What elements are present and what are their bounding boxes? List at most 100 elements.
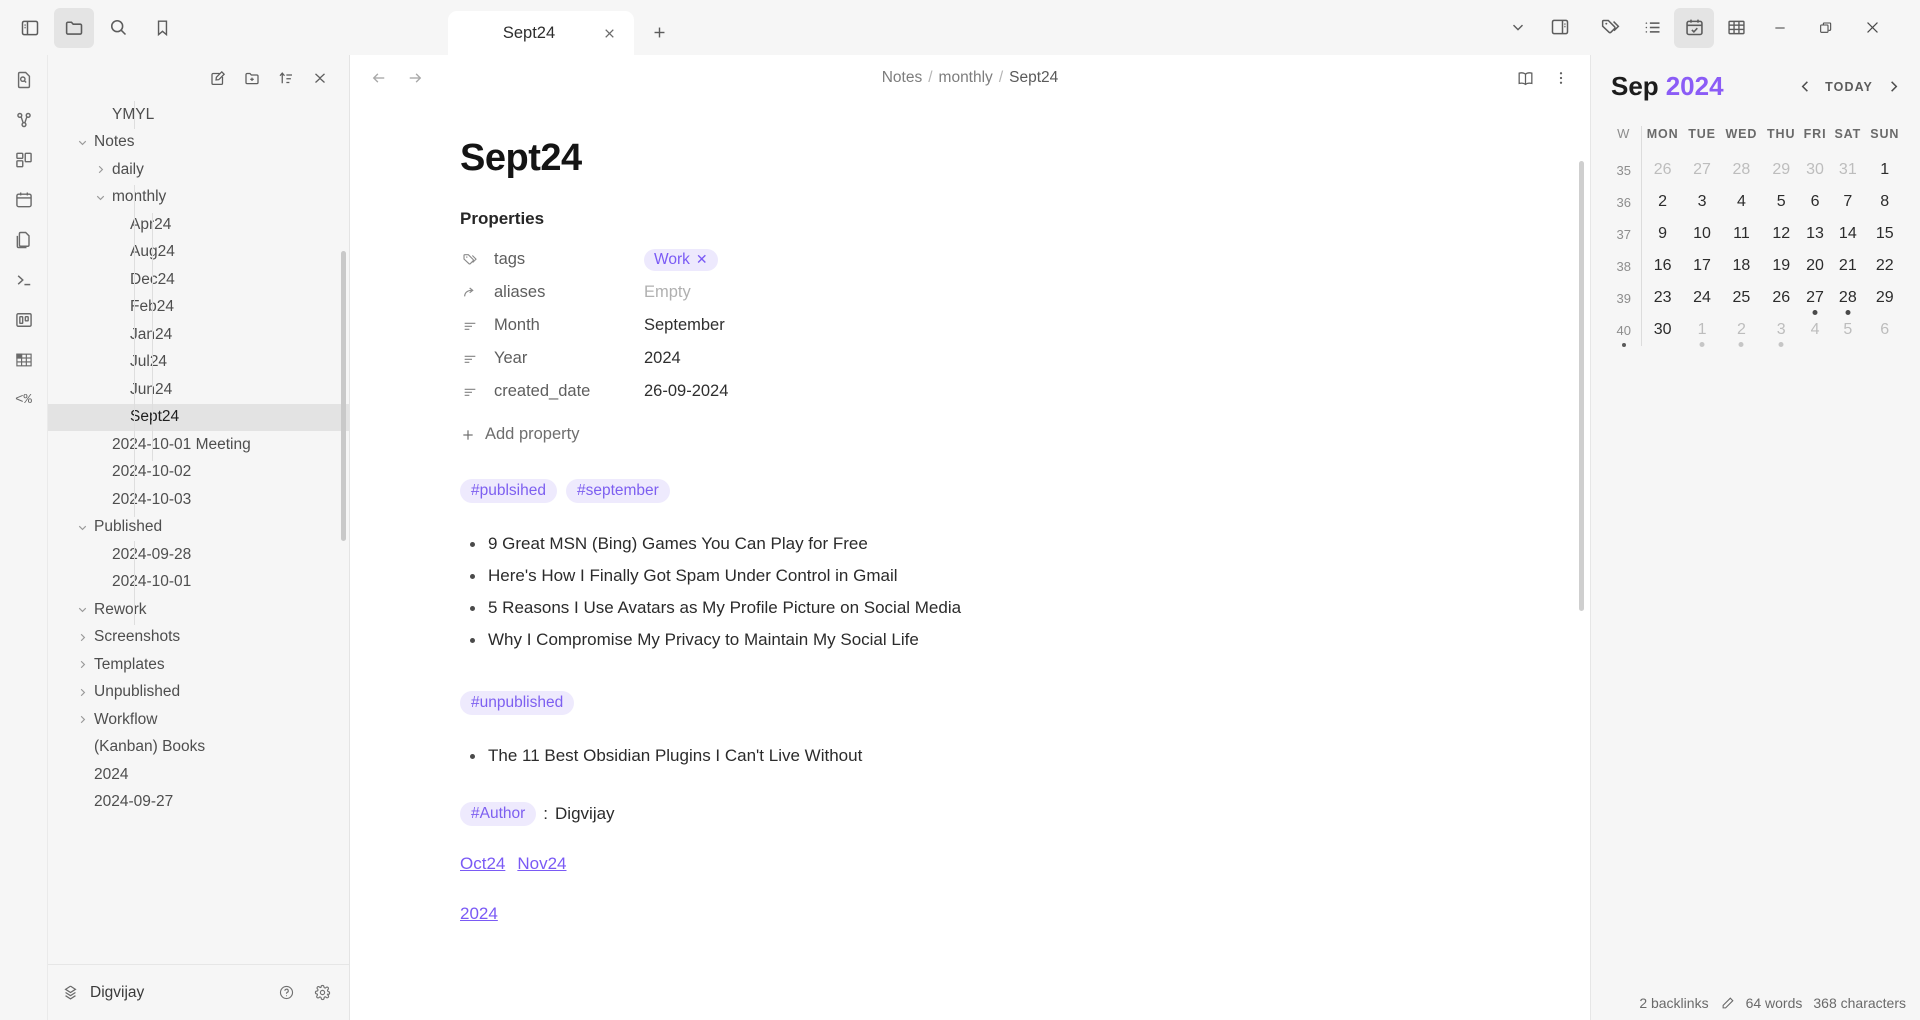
editor-scrollbar[interactable]: [1579, 161, 1584, 611]
reading-view-icon[interactable]: [1510, 63, 1540, 93]
outline-icon[interactable]: [1632, 8, 1672, 48]
spreadsheet-icon[interactable]: [7, 343, 41, 377]
note-content[interactable]: Sept24 Properties tags Work ✕ aliases Empty M…: [350, 101, 1590, 1020]
calendar-day[interactable]: 9: [1641, 218, 1684, 250]
table-icon[interactable]: [1716, 8, 1756, 48]
chevron-down-icon[interactable]: [1498, 7, 1538, 47]
tree-folder[interactable]: Screenshots: [48, 624, 349, 652]
property-value[interactable]: Work ✕: [644, 248, 718, 271]
chevron-right-icon[interactable]: [74, 684, 91, 701]
gear-icon[interactable]: [309, 980, 335, 1006]
file-tree[interactable]: YMYL Notes daily monthly Apr24 Aug24Dec24Feb2…: [48, 101, 349, 964]
sort-icon[interactable]: [271, 63, 301, 93]
tree-folder[interactable]: Templates: [48, 651, 349, 679]
calendar-day[interactable]: 17: [1684, 250, 1721, 282]
calendar-day[interactable]: 27: [1800, 282, 1830, 315]
tree-file[interactable]: Dec24: [48, 266, 349, 294]
calendar-day[interactable]: 18: [1720, 250, 1762, 282]
calendar-day[interactable]: 22: [1866, 250, 1904, 282]
breadcrumb-item-0[interactable]: Notes: [882, 69, 923, 87]
chevron-right-icon[interactable]: [74, 711, 91, 728]
tree-file[interactable]: 2024-10-02: [48, 459, 349, 487]
calendar-day[interactable]: 14: [1830, 218, 1865, 250]
chevron-right-icon[interactable]: [74, 656, 91, 673]
calendar-day[interactable]: 5: [1830, 314, 1865, 346]
calendar-day[interactable]: 21: [1830, 250, 1865, 282]
tree-file[interactable]: 2024-10-01: [48, 569, 349, 597]
calendar-day[interactable]: 2: [1720, 314, 1762, 347]
graph-view-icon[interactable]: [7, 103, 41, 137]
tab-sept24[interactable]: Sept24: [448, 11, 634, 55]
help-icon[interactable]: [273, 980, 299, 1006]
property-row[interactable]: aliases Empty: [460, 276, 1290, 309]
tags-icon[interactable]: [1590, 8, 1630, 48]
file-search-icon[interactable]: [7, 63, 41, 97]
code-template-icon[interactable]: <%: [7, 383, 41, 417]
tree-file[interactable]: (Kanban) Books: [48, 734, 349, 762]
tree-folder[interactable]: daily: [48, 156, 349, 184]
today-button[interactable]: TODAY: [1825, 80, 1873, 94]
calendar-icon[interactable]: [1674, 7, 1714, 48]
property-value[interactable]: 2024: [644, 349, 681, 368]
kanban-icon[interactable]: [7, 303, 41, 337]
tree-folder[interactable]: Unpublished: [48, 679, 349, 707]
calendar-day[interactable]: 6: [1866, 314, 1904, 346]
more-options-icon[interactable]: [1546, 63, 1576, 93]
calendar-day[interactable]: 24: [1684, 282, 1721, 314]
bookmark-icon[interactable]: [142, 8, 182, 48]
property-value[interactable]: Empty: [644, 283, 691, 302]
breadcrumb-item-1[interactable]: monthly: [939, 69, 993, 87]
chevron-left-icon[interactable]: [1794, 76, 1816, 98]
internal-link-2024[interactable]: 2024: [460, 904, 498, 924]
calendar-day[interactable]: 19: [1762, 250, 1800, 282]
tree-file[interactable]: 2024-10-03: [48, 486, 349, 514]
tag-chip[interactable]: #Author: [460, 802, 537, 826]
chevron-down-icon[interactable]: [74, 519, 91, 536]
calendar-day[interactable]: 25: [1720, 282, 1762, 314]
toggle-left-sidebar-icon[interactable]: [10, 8, 50, 48]
calendar-day[interactable]: 28: [1720, 154, 1762, 186]
tree-file[interactable]: Jan24: [48, 321, 349, 349]
breadcrumb-item-2[interactable]: Sept24: [1009, 69, 1058, 87]
calendar-day[interactable]: 7: [1830, 186, 1865, 218]
internal-link-oct24[interactable]: Oct24: [460, 854, 505, 874]
close-icon[interactable]: [598, 22, 620, 44]
calendar-icon[interactable]: [7, 183, 41, 217]
canvas-icon[interactable]: [7, 143, 41, 177]
property-row[interactable]: tags Work ✕: [460, 243, 1290, 276]
tree-folder[interactable]: Workflow: [48, 706, 349, 734]
tree-file[interactable]: 2024-09-28: [48, 541, 349, 569]
new-note-icon[interactable]: [203, 63, 233, 93]
calendar-day[interactable]: 2: [1641, 186, 1684, 218]
calendar-week-number[interactable]: 40: [1607, 314, 1642, 347]
calendar-day[interactable]: 20: [1800, 250, 1830, 282]
toggle-right-sidebar-icon[interactable]: [1540, 7, 1580, 47]
search-icon[interactable]: [98, 8, 138, 48]
tree-folder[interactable]: Notes: [48, 129, 349, 157]
restore-button[interactable]: [1804, 8, 1848, 48]
add-property-button[interactable]: Add property: [460, 425, 1290, 444]
calendar-day[interactable]: 3: [1684, 186, 1721, 218]
tree-file[interactable]: Jul24: [48, 349, 349, 377]
chevron-down-icon[interactable]: [74, 601, 91, 618]
calendar-day[interactable]: 30: [1800, 154, 1830, 186]
tree-folder[interactable]: Published: [48, 514, 349, 542]
calendar-grid[interactable]: W MON TUE WED THU FRI SAT SUN 35 26 27 28 29 30 31 1 36…: [1607, 126, 1904, 347]
calendar-week-number[interactable]: 35: [1607, 154, 1642, 186]
calendar-day[interactable]: 28: [1830, 282, 1865, 315]
calendar-day[interactable]: 10: [1684, 218, 1721, 250]
tree-file[interactable]: Feb24: [48, 294, 349, 322]
tag-chip[interactable]: #september: [565, 479, 670, 503]
calendar-day[interactable]: 1: [1866, 154, 1904, 186]
chevron-down-icon[interactable]: [74, 134, 91, 151]
tag-chip[interactable]: #unpublished: [460, 691, 575, 715]
tree-file[interactable]: 2024: [48, 761, 349, 789]
forward-button[interactable]: [400, 63, 430, 93]
tree-file[interactable]: YMYL: [48, 101, 349, 129]
breadcrumb[interactable]: Notes / monthly / Sept24: [436, 69, 1504, 87]
property-value[interactable]: 26-09-2024: [644, 382, 728, 401]
chevron-right-icon[interactable]: [74, 629, 91, 646]
tree-file[interactable]: Apr24: [48, 211, 349, 239]
tree-file[interactable]: Sept24: [48, 403, 349, 431]
calendar-day[interactable]: 26: [1641, 154, 1684, 186]
